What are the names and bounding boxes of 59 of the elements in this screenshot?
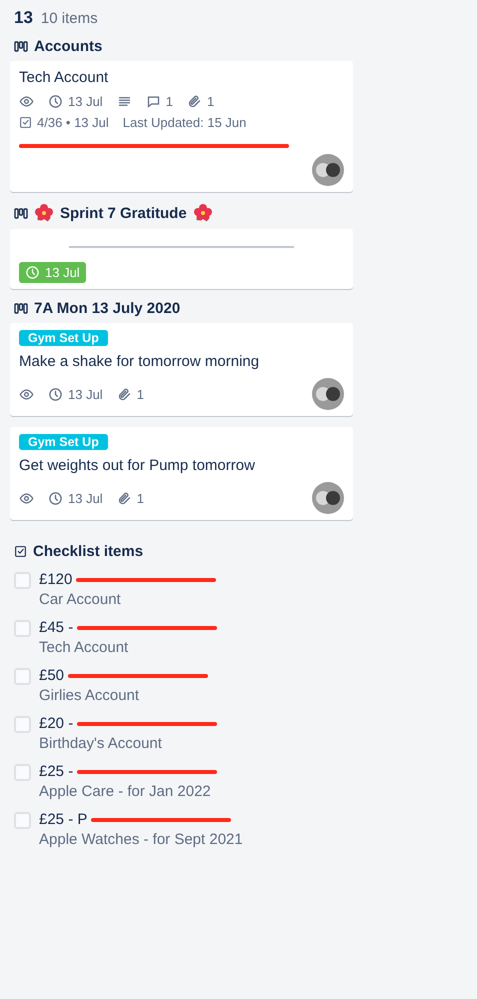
card-title: Get weights out for Pump tomorrow xyxy=(19,456,256,476)
card-label: Gym Set Up xyxy=(19,434,108,450)
checklist-item-subtitle: Birthday's Account xyxy=(39,734,163,754)
clock-icon xyxy=(48,490,63,506)
checklist-item-subtitle: Apple Care - for Jan 2022 xyxy=(39,782,212,802)
badge-text: 13 Jul xyxy=(68,386,103,402)
checklist-item-text: £20 - xyxy=(39,714,74,734)
card[interactable]: Gym Set Up Get weights out for Pump tomorrow 13 Jul 1 xyxy=(10,427,353,520)
eye-icon xyxy=(19,490,34,506)
paperclip-icon xyxy=(116,386,132,402)
eye-icon xyxy=(19,94,34,109)
checklist-icon xyxy=(19,116,32,129)
group-title: Sprint 7 Gratitude xyxy=(60,204,187,222)
badge-text: 1 xyxy=(166,94,173,109)
board-icon xyxy=(14,208,28,218)
clock-icon xyxy=(25,265,40,280)
checklist-item-subtitle: Girlies Account xyxy=(39,686,140,706)
badge-text: 13 Jul xyxy=(68,490,103,506)
clock-icon xyxy=(48,94,63,109)
checklist-item-subtitle: Tech Account xyxy=(39,638,130,658)
paperclip-icon xyxy=(116,490,132,506)
group-title: Accounts xyxy=(34,38,102,55)
badge-text: 13 Jul xyxy=(68,94,103,109)
checklist-item-text: £120 xyxy=(39,570,72,590)
list-count: 13 xyxy=(14,8,33,28)
checkbox[interactable] xyxy=(14,812,31,829)
checkbox[interactable] xyxy=(14,716,31,733)
due-badge: 13 Jul xyxy=(19,262,86,283)
checkbox[interactable] xyxy=(14,668,31,685)
group-title: 7A Mon 13 July 2020 xyxy=(34,300,180,317)
badge-text: 1 xyxy=(206,94,214,109)
checkbox[interactable] xyxy=(14,620,31,637)
card-title: Tech Account xyxy=(19,68,110,88)
badge-text: 1 xyxy=(136,386,144,402)
checklist-item-text: £45 - xyxy=(39,618,74,638)
card-note: Last Updated: 15 Jun xyxy=(122,115,246,130)
checklist-icon xyxy=(14,545,27,558)
section-title: Checklist items xyxy=(33,543,144,560)
card-title: Make a shake for tomorrow morning xyxy=(19,352,260,372)
comment-icon xyxy=(146,94,161,109)
checkbox[interactable] xyxy=(14,764,31,781)
badge-text: 1 xyxy=(136,490,144,506)
description-icon xyxy=(116,94,132,109)
item-count: 10 items xyxy=(40,10,98,27)
board-icon xyxy=(14,41,28,52)
flower-icon xyxy=(34,203,54,223)
clock-icon xyxy=(48,386,63,402)
board-icon xyxy=(14,303,28,314)
checklist-item-text: £25 - P xyxy=(39,810,88,830)
checklist-item-text: £50 xyxy=(39,666,64,686)
checklist-item-subtitle: Apple Watches - for Sept 2021 xyxy=(39,830,243,850)
eye-icon xyxy=(19,386,34,402)
card[interactable]: Gym Set Up Make a shake for tomorrow morning 13 Jul 1 xyxy=(10,323,353,416)
flower-icon xyxy=(192,203,213,223)
card-label: Gym Set Up xyxy=(19,330,108,346)
checklist-item-subtitle: Car Account xyxy=(39,590,122,610)
checklist-item-text: £25 - xyxy=(39,762,74,782)
checkbox[interactable] xyxy=(14,572,31,589)
paperclip-icon xyxy=(186,94,202,109)
